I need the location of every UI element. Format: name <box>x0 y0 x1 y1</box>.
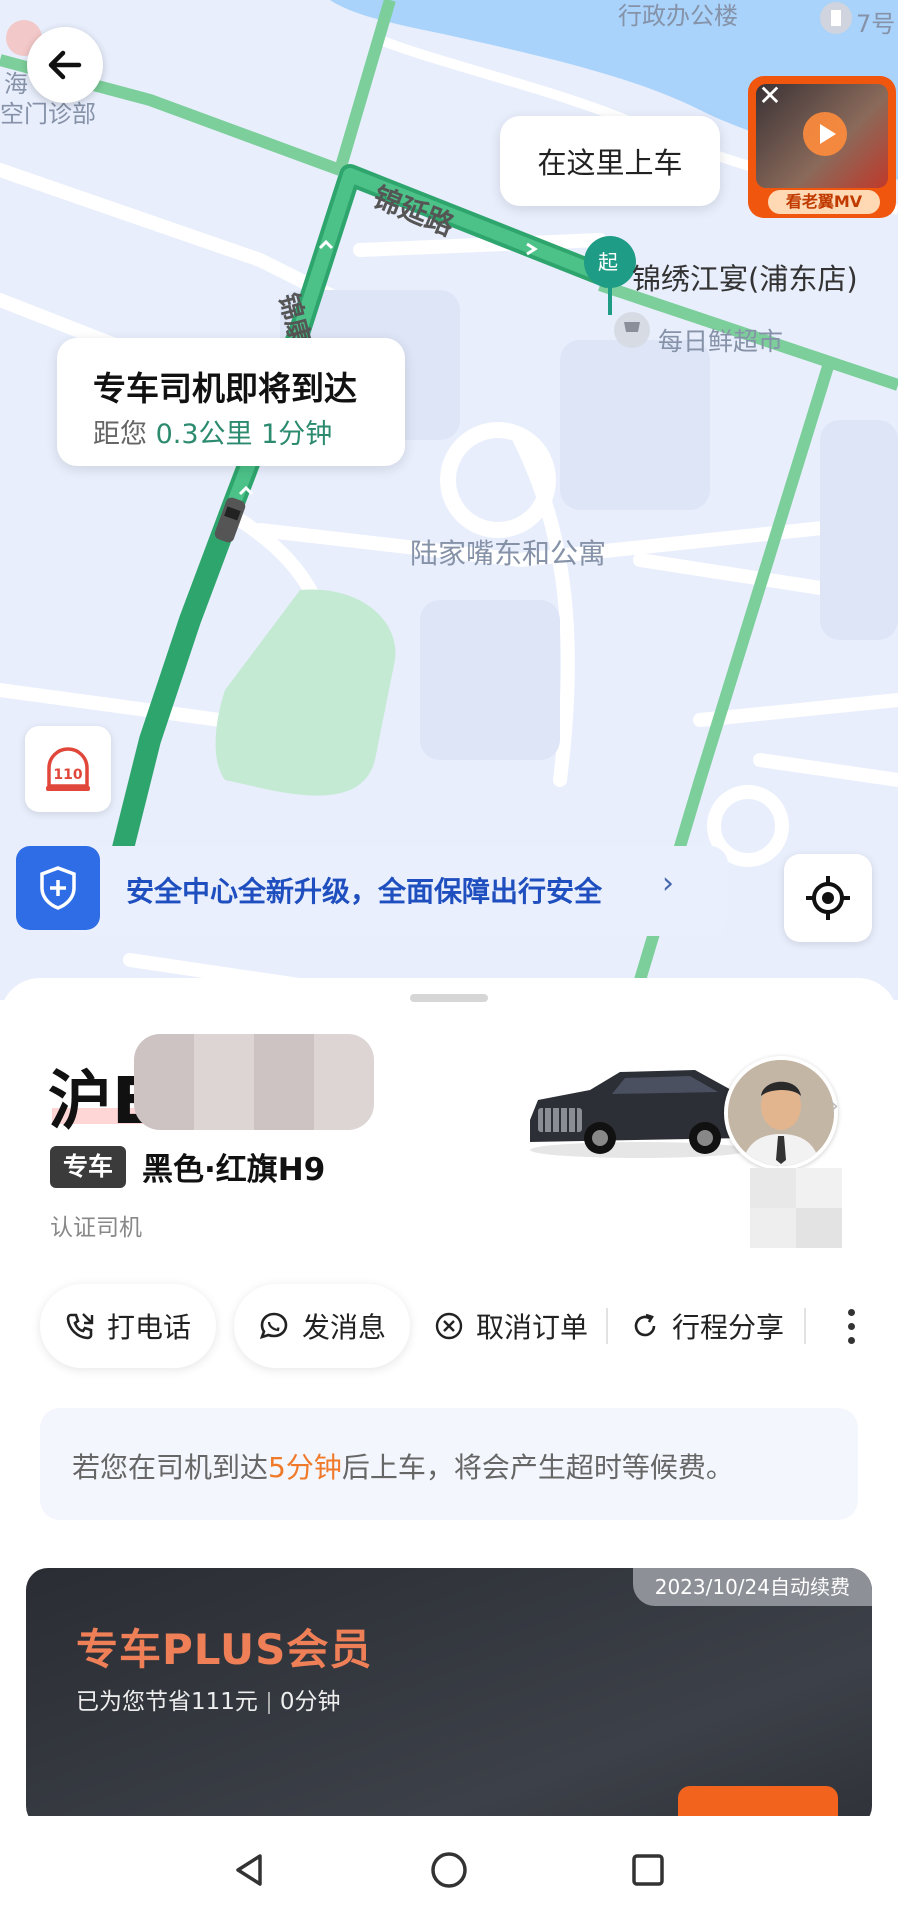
sos-button[interactable]: 110 <box>25 726 111 812</box>
membership-card[interactable]: 2023/10/24自动续费 专车PLUS会员 已为您节省111元 0分钟 <box>26 1568 872 1818</box>
share-trip-label: 行程分享 <box>672 1311 785 1344</box>
membership-stats: 已为您节省111元 0分钟 <box>76 1682 341 1716</box>
map-view[interactable]: 锦延路 锦康 起 锦绣江宴(浦东店) 每日鲜超市 陆家嘴东和公寓 行政办公楼 7… <box>0 0 898 1000</box>
cancel-order-button[interactable]: 取消订单 <box>434 1284 594 1368</box>
driver-avatar[interactable] <box>724 1056 838 1170</box>
more-options-icon[interactable] <box>836 1290 866 1362</box>
ad-label: 看老翼MV <box>768 190 880 214</box>
nav-back-button[interactable] <box>220 1840 280 1900</box>
notice-text: 若您在司机到达5分钟后上车，将会产生超时等候费。 <box>72 1446 734 1486</box>
message-button[interactable]: 发消息 <box>234 1284 410 1368</box>
system-nav-bar <box>0 1816 898 1920</box>
service-badge: 专车 <box>50 1146 126 1188</box>
membership-action-button[interactable] <box>678 1786 838 1818</box>
driver-photo <box>728 1060 834 1166</box>
eta-prefix: 距您 <box>93 419 147 450</box>
share-refresh-icon <box>634 1313 656 1337</box>
poi-office[interactable]: 行政办公楼 <box>618 0 738 31</box>
ad-close-icon[interactable]: ✕ <box>748 76 792 120</box>
alarm-110-icon: 110 <box>46 747 90 791</box>
saved-amount: 已为您节省111元 <box>76 1689 258 1715</box>
ad-card[interactable]: ✕ 看老翼MV <box>748 76 896 218</box>
arrow-left-icon <box>48 50 82 80</box>
eta-bubble: 专车司机即将到达 距您 0.3公里 1分钟 <box>57 338 405 466</box>
play-icon <box>803 112 847 156</box>
wait-fee-notice: 若您在司机到达5分钟后上车，将会产生超时等候费。 <box>40 1408 858 1520</box>
pickup-bubble[interactable]: 在这里上车 <box>500 116 720 206</box>
call-label: 打电话 <box>106 1311 191 1344</box>
plate-redaction <box>134 1034 374 1130</box>
chevron-right-icon[interactable]: › <box>830 1094 839 1119</box>
pickup-text: 在这里上车 <box>537 146 683 180</box>
shield-button[interactable] <box>16 846 100 930</box>
poi-restaurant[interactable]: 锦绣江宴(浦东店) <box>632 256 858 298</box>
safety-banner[interactable]: 安全中心全新升级，全面保障出行安全 › <box>14 840 728 942</box>
renewal-badge: 2023/10/24自动续费 <box>632 1568 872 1606</box>
back-button[interactable] <box>27 27 103 103</box>
chat-bubble-icon <box>259 1312 288 1340</box>
action-divider <box>804 1308 806 1344</box>
eta-value: 0.3公里 1分钟 <box>155 419 333 450</box>
redacted-area <box>750 1168 842 1248</box>
locate-button[interactable] <box>784 854 872 942</box>
cancel-order-label: 取消订单 <box>476 1311 589 1344</box>
eta-subtitle: 距您 0.3公里 1分钟 <box>93 412 332 451</box>
car-model: 黑色·红旗H9 <box>142 1152 326 1188</box>
notice-highlight: 5分钟 <box>268 1451 342 1484</box>
circle-home-icon <box>431 1852 467 1888</box>
nav-recents-button[interactable] <box>618 1840 678 1900</box>
cancel-circle-icon <box>435 1312 463 1340</box>
share-trip-button[interactable]: 行程分享 <box>630 1284 790 1368</box>
message-label: 发消息 <box>301 1311 386 1344</box>
poi-subway[interactable]: 7号 <box>856 4 895 39</box>
poi-apartment[interactable]: 陆家嘴东和公寓 <box>410 532 606 572</box>
triangle-back-icon <box>236 1854 262 1886</box>
chevron-right-icon: › <box>662 866 674 901</box>
safety-text: 安全中心全新升级，全面保障出行安全 <box>126 875 603 908</box>
car-image <box>530 1070 750 1158</box>
shield-plus-icon <box>40 866 76 910</box>
eta-title: 专车司机即将到达 <box>93 369 357 408</box>
crosshair-icon <box>806 876 850 920</box>
start-marker-label: 起 <box>598 250 618 274</box>
poi-market[interactable]: 每日鲜超市 <box>658 322 783 358</box>
action-divider <box>606 1308 608 1344</box>
phone-icon <box>66 1313 94 1340</box>
sos-label: 110 <box>53 767 82 783</box>
sheet-drag-handle[interactable] <box>410 994 488 1002</box>
notice-suffix: 后上车，将会产生超时等候费。 <box>341 1451 734 1484</box>
certified-driver-label: 认证司机 <box>50 1215 142 1241</box>
call-button[interactable]: 打电话 <box>40 1284 216 1368</box>
trip-sheet: 沪E 专车 黑色·红旗H9 认证司机 › 打电话 发消息 取消订单 行程分享 若… <box>0 978 898 1818</box>
saved-time: 0分钟 <box>279 1689 341 1715</box>
notice-prefix: 若您在司机到达 <box>72 1451 269 1484</box>
nav-home-button[interactable] <box>419 1840 479 1900</box>
membership-title: 专车PLUS会员 <box>76 1625 373 1674</box>
square-recents-icon <box>632 1854 664 1886</box>
